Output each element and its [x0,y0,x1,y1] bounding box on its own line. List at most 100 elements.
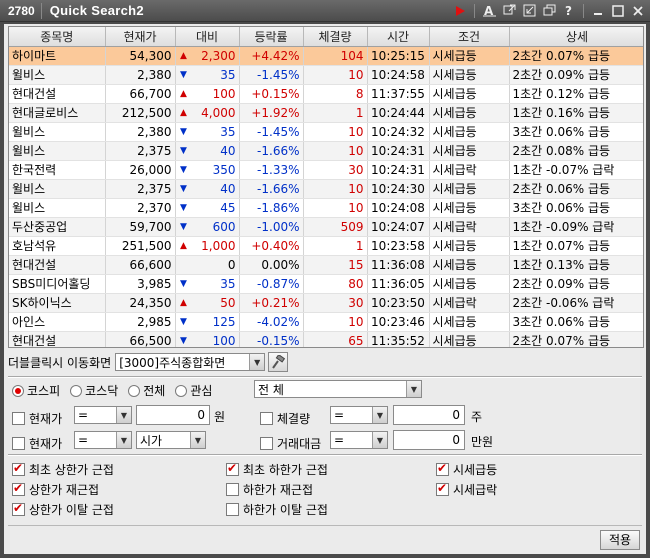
table-row[interactable]: 아인스 2,985 ▼ 125 -4.02% 10 10:23:46 시세급등 3초간 0.06… [9,312,643,332]
column-header[interactable]: 현재가 [105,27,176,47]
checkbox-box [12,481,25,496]
cell-condition: 시세급등 [429,331,510,347]
cell-condition: 시세급락 [429,293,510,313]
table-row[interactable]: 윌비스 2,380 ▼ 35 -1.45% 10 10:24:58 시세급등 2초간 0.09%… [9,65,643,85]
svg-text:?: ? [565,4,572,17]
condition-checkbox[interactable]: 최초 하한가 근접 [226,461,328,478]
cascade-icon[interactable] [541,3,557,18]
table-row[interactable]: 윌비스 2,375 ▼ 40 -1.66% 10 10:24:30 시세급등 2초간 0.06%… [9,179,643,199]
cell-time: 11:35:52 [367,331,430,347]
cell-change: 0 [175,255,240,275]
price2-checkbox[interactable]: 현재가 [12,435,62,452]
cell-price: 2,380 [105,122,176,142]
volume-op-select[interactable]: = ▼ [330,406,388,424]
market-radio-0[interactable]: 코스피 [12,382,60,399]
link-icon[interactable] [501,3,517,18]
apply-button[interactable]: 적용 [600,530,640,550]
cell-volume: 30 [303,160,368,180]
column-header[interactable]: 체결량 [303,27,368,47]
font-icon[interactable]: A [481,3,497,18]
market-radio-2[interactable]: 전체 [128,382,165,399]
cell-condition: 시세급등 [429,255,510,275]
table-row[interactable]: 현대건설 66,700 ▲ 100 +0.15% 8 11:37:55 시세급등 1초간 0.1… [9,84,643,104]
condition-checkbox[interactable]: 하한가 이탈 근접 [226,501,328,518]
table-row[interactable]: 현대건설 66,500 ▼ 100 -0.15% 65 11:35:52 시세급등 2초간 0.… [9,331,643,347]
cell-volume: 30 [303,293,368,313]
titlebar-separator [474,3,475,18]
table-row[interactable]: SK하이닉스 24,350 ▲ 50 +0.21% 30 10:23:50 시세급락 2초간 -… [9,293,643,313]
footer-divider [8,525,642,526]
title-bar[interactable]: 2780 Quick Search2 A ? [0,0,650,22]
table-row[interactable]: 호남석유 251,500 ▲ 1,000 +0.40% 1 10:23:58 시세급등 1초간 … [9,236,643,256]
column-header[interactable]: 등락률 [239,27,304,47]
condition-checkbox[interactable]: 최초 상한가 근접 [12,461,114,478]
condition-checkbox[interactable]: 하한가 재근접 [226,481,313,498]
market-radio-3[interactable]: 관심 [175,382,212,399]
screen-select[interactable]: [3000]주식종합화면 ▼ [115,353,266,371]
results-grid[interactable]: 종목명 현재가 대비 등락률 체결량 시간 조건 상세 하이마트 54,300 ▲ 2… [8,26,644,348]
cell-condition: 시세급등 [429,65,510,85]
cell-change: ▼ 40 [175,179,240,199]
minimize-icon[interactable] [590,3,606,18]
down-arrow-icon: ▼ [180,183,187,194]
close-icon[interactable] [630,3,646,18]
price2-op-select[interactable]: = ▼ [74,431,132,449]
condition-checkbox[interactable]: 상한가 이탈 근접 [12,501,114,518]
table-row[interactable]: 두산중공업 59,700 ▼ 600 -1.00% 509 10:24:07 시세급락 1초간 … [9,217,643,237]
condition-label: 하한가 재근접 [243,483,314,497]
amount-input[interactable]: 0 [393,430,465,450]
table-row[interactable]: 윌비스 2,370 ▼ 45 -1.86% 10 10:24:08 시세급등 3초간 0.06%… [9,198,643,218]
volume-checkbox[interactable]: 체결량 [260,410,310,427]
volume-input[interactable]: 0 [393,405,465,425]
cell-time: 10:24:30 [367,179,430,199]
column-header[interactable]: 종목명 [9,27,106,47]
cell-time: 11:37:55 [367,84,430,104]
cell-name: SK하이닉스 [9,293,106,313]
price1-input[interactable]: 0 [136,405,210,425]
change-value: 4,000 [201,105,236,120]
column-header[interactable]: 대비 [175,27,240,47]
resize-icon[interactable] [521,3,537,18]
maximize-icon[interactable] [610,3,626,18]
cell-rate: +1.92% [239,103,304,123]
cell-condition: 시세급등 [429,236,510,256]
market-radio-1[interactable]: 코스닥 [70,382,118,399]
table-row[interactable]: 윌비스 2,380 ▼ 35 -1.45% 10 10:24:32 시세급등 3초간 0.06%… [9,122,643,142]
svg-text:A: A [484,4,494,17]
radio-dot [12,384,24,397]
table-row[interactable]: 현대글로비스 212,500 ▲ 4,000 +1.92% 1 10:24:44 시세급등 1초… [9,103,643,123]
down-arrow-icon: ▼ [180,126,187,137]
cell-price: 2,375 [105,179,176,199]
help-icon[interactable]: ? [561,3,577,18]
cell-detail: 2초간 0.08% 급등 [509,141,643,161]
volume-unit: 주 [471,410,483,424]
table-row[interactable]: 한국전력 26,000 ▼ 350 -1.33% 30 10:24:31 시세급락 1초간 -0… [9,160,643,180]
cell-rate: -0.87% [239,274,304,294]
play-icon[interactable] [452,3,468,18]
column-header[interactable]: 상세 [509,27,643,47]
cell-name: 호남석유 [9,236,106,256]
condition-checkbox[interactable]: 시세급등 [436,461,497,478]
cell-name: 하이마트 [9,46,106,66]
table-row[interactable]: 하이마트 54,300 ▲ 2,300 +4.42% 104 10:25:15 시세급등 2초간… [9,46,643,66]
titlebar-icons: A ? [452,3,646,18]
table-row[interactable]: 현대건설 66,600 0 0.00% 15 11:36:08 시세급등 1초간 0.13% … [9,255,643,275]
column-header[interactable]: 조건 [429,27,510,47]
price1-checkbox[interactable]: 현재가 [12,410,62,427]
condition-label: 상한가 이탈 근접 [29,503,114,517]
amount-checkbox[interactable]: 거래대금 [260,435,321,452]
column-header[interactable]: 시간 [367,27,430,47]
table-row[interactable]: 윌비스 2,375 ▼ 40 -1.66% 10 10:24:31 시세급등 2초간 0.08%… [9,141,643,161]
cell-price: 24,350 [105,293,176,313]
checkbox-box [260,412,273,425]
condition-checkbox[interactable]: 상한가 재근접 [12,481,99,498]
price2-ref-select[interactable]: 시가 ▼ [136,431,206,449]
cell-name: 윌비스 [9,141,106,161]
condition-checkbox[interactable]: 시세급락 [436,481,497,498]
scope-select[interactable]: 전 체 ▼ [254,380,422,398]
amount-op-select[interactable]: = ▼ [330,431,388,449]
search-button[interactable] [268,352,289,372]
price1-op-select[interactable]: = ▼ [74,406,132,424]
cell-rate: -4.02% [239,312,304,332]
table-row[interactable]: SBS미디어홀딩 3,985 ▼ 35 -0.87% 80 11:36:05 시세급등 2초간 … [9,274,643,294]
